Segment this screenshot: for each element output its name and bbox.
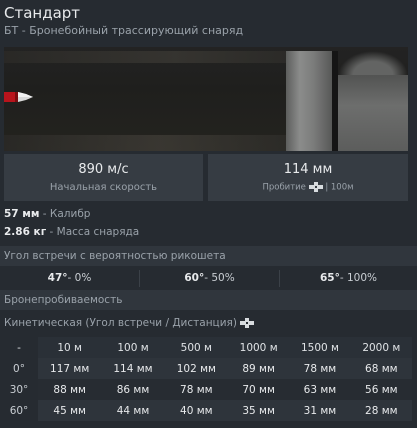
penetration-preview (4, 47, 408, 151)
velocity-value: 890 м/с (78, 162, 129, 177)
value-cell: 88 мм (38, 379, 102, 400)
shell-icon (4, 92, 33, 102)
kinetic-header: Кинетическая (Угол встречи / Дистанция) (0, 312, 417, 335)
crosshair-icon (240, 318, 255, 328)
ricochet-chance: - 0% (67, 272, 92, 284)
ricochet-angle: 47° (47, 272, 68, 284)
value-cell: 78 мм (164, 379, 228, 400)
armor-plate-front (286, 51, 332, 151)
penetration-box: 114 мм Пробитие | 100м (208, 154, 408, 201)
mass-value: 2.86 кг (4, 226, 47, 238)
ammo-info-card: Стандарт БТ - Бронебойный трассирующий с… (0, 0, 417, 428)
ammo-title: Стандарт (4, 4, 81, 22)
ricochet-cell: 60°- 50% (140, 268, 279, 289)
caliber-value: 57 мм (4, 208, 40, 220)
penetration-header: Бронепробиваемость (0, 290, 417, 310)
value-cell: 31 мм (289, 400, 351, 421)
penetration-value: 114 мм (283, 162, 333, 177)
table-row: 60° 45 мм 44 мм 40 мм 35 мм 31 мм 28 мм (0, 400, 412, 421)
penetration-table: - 10 м 100 м 500 м 1000 м 1500 м 2000 м … (0, 337, 412, 421)
value-cell: 56 мм (350, 379, 412, 400)
distance-header: 500 м (164, 337, 228, 358)
caliber-row: 57 мм - Калибр (4, 208, 90, 220)
penetration-distance: | 100м (325, 182, 354, 193)
ricochet-angle: 65° (319, 272, 340, 284)
table-corner: - (0, 337, 38, 358)
ricochet-header: Угол встречи с вероятностью рикошета (0, 246, 417, 266)
value-cell: 117 мм (38, 358, 102, 379)
value-cell: 35 мм (227, 400, 290, 421)
ricochet-cell: 65°- 100% (280, 268, 417, 289)
value-cell: 89 мм (227, 358, 290, 379)
value-cell: 70 мм (227, 379, 290, 400)
value-cell: 86 мм (101, 379, 165, 400)
distance-header: 10 м (38, 337, 102, 358)
distance-header: 100 м (101, 337, 165, 358)
mass-row: 2.86 кг - Масса снаряда (4, 226, 139, 238)
penetration-label: Пробитие (262, 182, 306, 193)
angle-cell: 30° (0, 379, 38, 400)
value-cell: 102 мм (164, 358, 228, 379)
ricochet-chance: - 50% (204, 272, 235, 284)
kinetic-label: Кинетическая (Угол встречи / Дистанция) (4, 317, 237, 329)
ricochet-cell: 47°- 0% (0, 268, 139, 289)
ricochet-row: 47°- 0% 60°- 50% 65°- 100% (0, 268, 417, 289)
table-row: 0° 117 мм 114 мм 102 мм 89 мм 78 мм 68 м… (0, 358, 412, 379)
value-cell: 114 мм (101, 358, 165, 379)
ricochet-angle: 60° (184, 272, 205, 284)
value-cell: 40 мм (164, 400, 228, 421)
velocity-box: 890 м/с Начальная скорость (4, 154, 203, 201)
ammo-subtitle: БТ - Бронебойный трассирующий снаряд (4, 24, 244, 37)
angle-cell: 0° (0, 358, 38, 379)
ricochet-chance: - 100% (339, 272, 378, 284)
armor-plate-rear (338, 51, 408, 151)
angle-cell: 60° (0, 400, 38, 421)
table-header-row: - 10 м 100 м 500 м 1000 м 1500 м 2000 м (0, 337, 412, 358)
velocity-label: Начальная скорость (49, 182, 158, 193)
crosshair-icon (308, 182, 323, 192)
value-cell: 45 мм (38, 400, 102, 421)
value-cell: 63 мм (289, 379, 351, 400)
distance-header: 1000 м (227, 337, 290, 358)
table-row: 30° 88 мм 86 мм 78 мм 70 мм 63 мм 56 мм (0, 379, 412, 400)
penetration-caption: Пробитие | 100м (208, 182, 408, 193)
caliber-label: - Калибр (42, 208, 91, 220)
value-cell: 44 мм (101, 400, 165, 421)
distance-header: 1500 м (289, 337, 351, 358)
value-cell: 68 мм (350, 358, 412, 379)
distance-header: 2000 м (350, 337, 412, 358)
value-cell: 28 мм (350, 400, 412, 421)
mass-label: - Масса снаряда (49, 226, 140, 238)
value-cell: 78 мм (289, 358, 351, 379)
